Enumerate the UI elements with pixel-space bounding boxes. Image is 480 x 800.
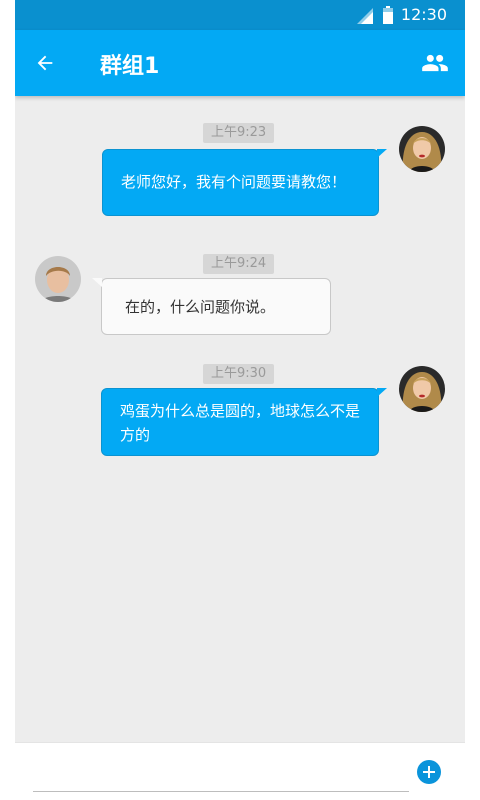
avatar[interactable] — [399, 126, 445, 172]
status-time: 12:30 — [400, 5, 447, 24]
message-bubble-outgoing[interactable]: 老师您好，我有个问题要请教您！ — [102, 149, 387, 216]
avatar-woman-image — [399, 126, 445, 172]
back-button[interactable] — [29, 47, 61, 79]
signal-icon — [357, 8, 373, 24]
avatar-man-image — [35, 256, 81, 302]
status-bar: 12:30 — [15, 0, 465, 30]
phone-frame: 12:30 群组1 上午9:23 老师您好，我有个问题要请教您！ 上午9:24 … — [0, 0, 480, 800]
page-title: 群组1 — [100, 54, 160, 79]
message-bubble-outgoing[interactable]: 鸡蛋为什么总是圆的，地球怎么不是方的 — [101, 388, 387, 456]
message-timestamp: 上午9:23 — [203, 123, 275, 143]
message-text: 鸡蛋为什么总是圆的，地球怎么不是方的 — [120, 402, 361, 444]
add-button[interactable] — [417, 760, 441, 784]
app-bar: 群组1 — [15, 30, 465, 96]
message-input-bar — [15, 742, 465, 800]
arrow-left-icon — [37, 55, 53, 71]
message-input[interactable] — [33, 755, 409, 792]
group-members-button[interactable] — [419, 47, 451, 79]
plus-circle-icon — [423, 766, 435, 778]
message-text: 老师您好，我有个问题要请教您！ — [121, 173, 347, 191]
message-bubble-incoming[interactable]: 在的，什么问题你说。 — [92, 278, 331, 335]
avatar-woman-image — [399, 366, 445, 412]
message-text: 在的，什么问题你说。 — [125, 298, 276, 316]
chat-screen: 12:30 群组1 上午9:23 老师您好，我有个问题要请教您！ 上午9:24 … — [15, 0, 465, 800]
group-icon — [422, 54, 448, 72]
battery-icon — [383, 6, 393, 24]
avatar[interactable] — [35, 256, 81, 302]
message-timestamp: 上午9:24 — [203, 254, 275, 274]
avatar[interactable] — [399, 366, 445, 412]
message-timestamp: 上午9:30 — [203, 364, 275, 384]
